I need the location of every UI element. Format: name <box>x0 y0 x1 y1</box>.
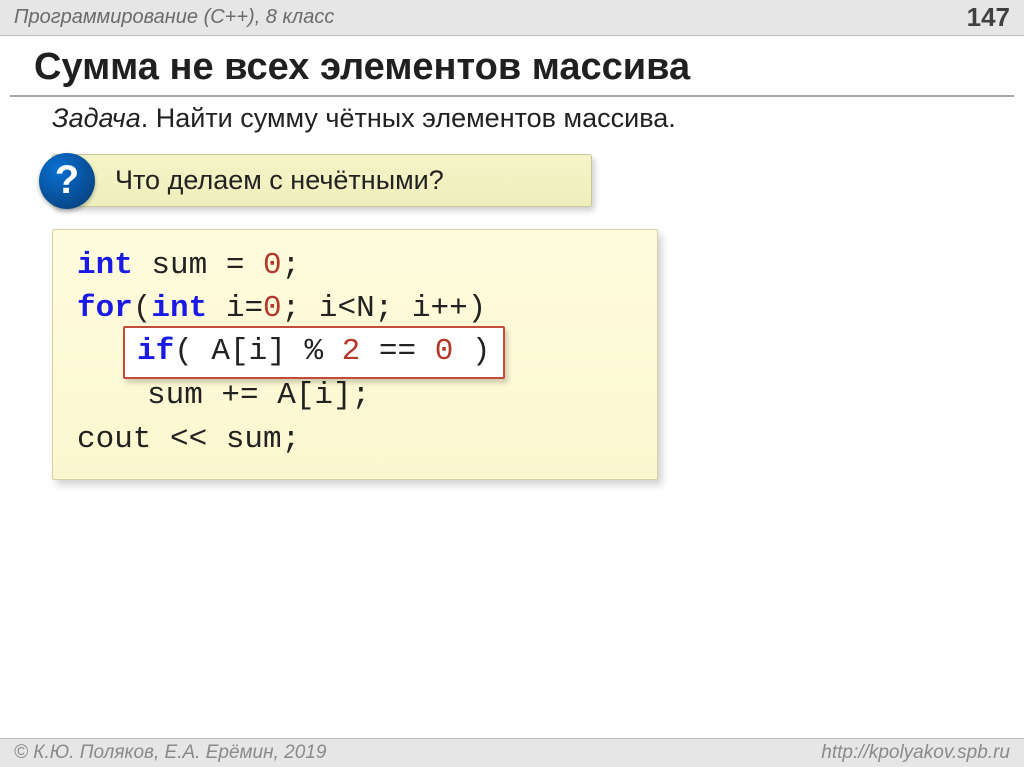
slide-title: Сумма не всех элементов массива <box>34 46 1024 89</box>
task-text: Задача. Найти сумму чётных элементов мас… <box>52 103 1024 134</box>
callout-text: Что делаем с нечётными? <box>115 165 444 195</box>
task-label: Задача <box>52 103 141 133</box>
code-line-2: for(int i=0; i<N; i++) <box>77 287 637 330</box>
code-line-4: sum += A[i]; <box>77 374 637 417</box>
title-divider <box>10 95 1014 97</box>
footer-bar: © К.Ю. Поляков, Е.А. Ерёмин, 2019 http:/… <box>0 738 1024 767</box>
course-label: Программирование (C++), 8 класс <box>14 6 334 29</box>
question-badge: ? <box>39 153 95 209</box>
question-mark-icon: ? <box>55 158 79 203</box>
code-line-1: int sum = 0; <box>77 244 637 287</box>
callout-bar: ? Что делаем с нечётными? <box>52 154 592 207</box>
question-callout: ? Что делаем с нечётными? <box>52 154 592 207</box>
highlighted-condition: if( A[i] % 2 == 0 ) <box>123 326 505 379</box>
code-block: int sum = 0; for(int i=0; i<N; i++) sum … <box>52 229 658 480</box>
copyright: © К.Ю. Поляков, Е.А. Ерёмин, 2019 <box>14 742 326 764</box>
page-number: 147 <box>967 2 1010 33</box>
header-bar: Программирование (C++), 8 класс 147 <box>0 0 1024 36</box>
footer-url: http://kpolyakov.spb.ru <box>821 742 1010 764</box>
code-line-5: cout << sum; <box>77 418 637 461</box>
task-body: . Найти сумму чётных элементов массива. <box>141 103 676 133</box>
